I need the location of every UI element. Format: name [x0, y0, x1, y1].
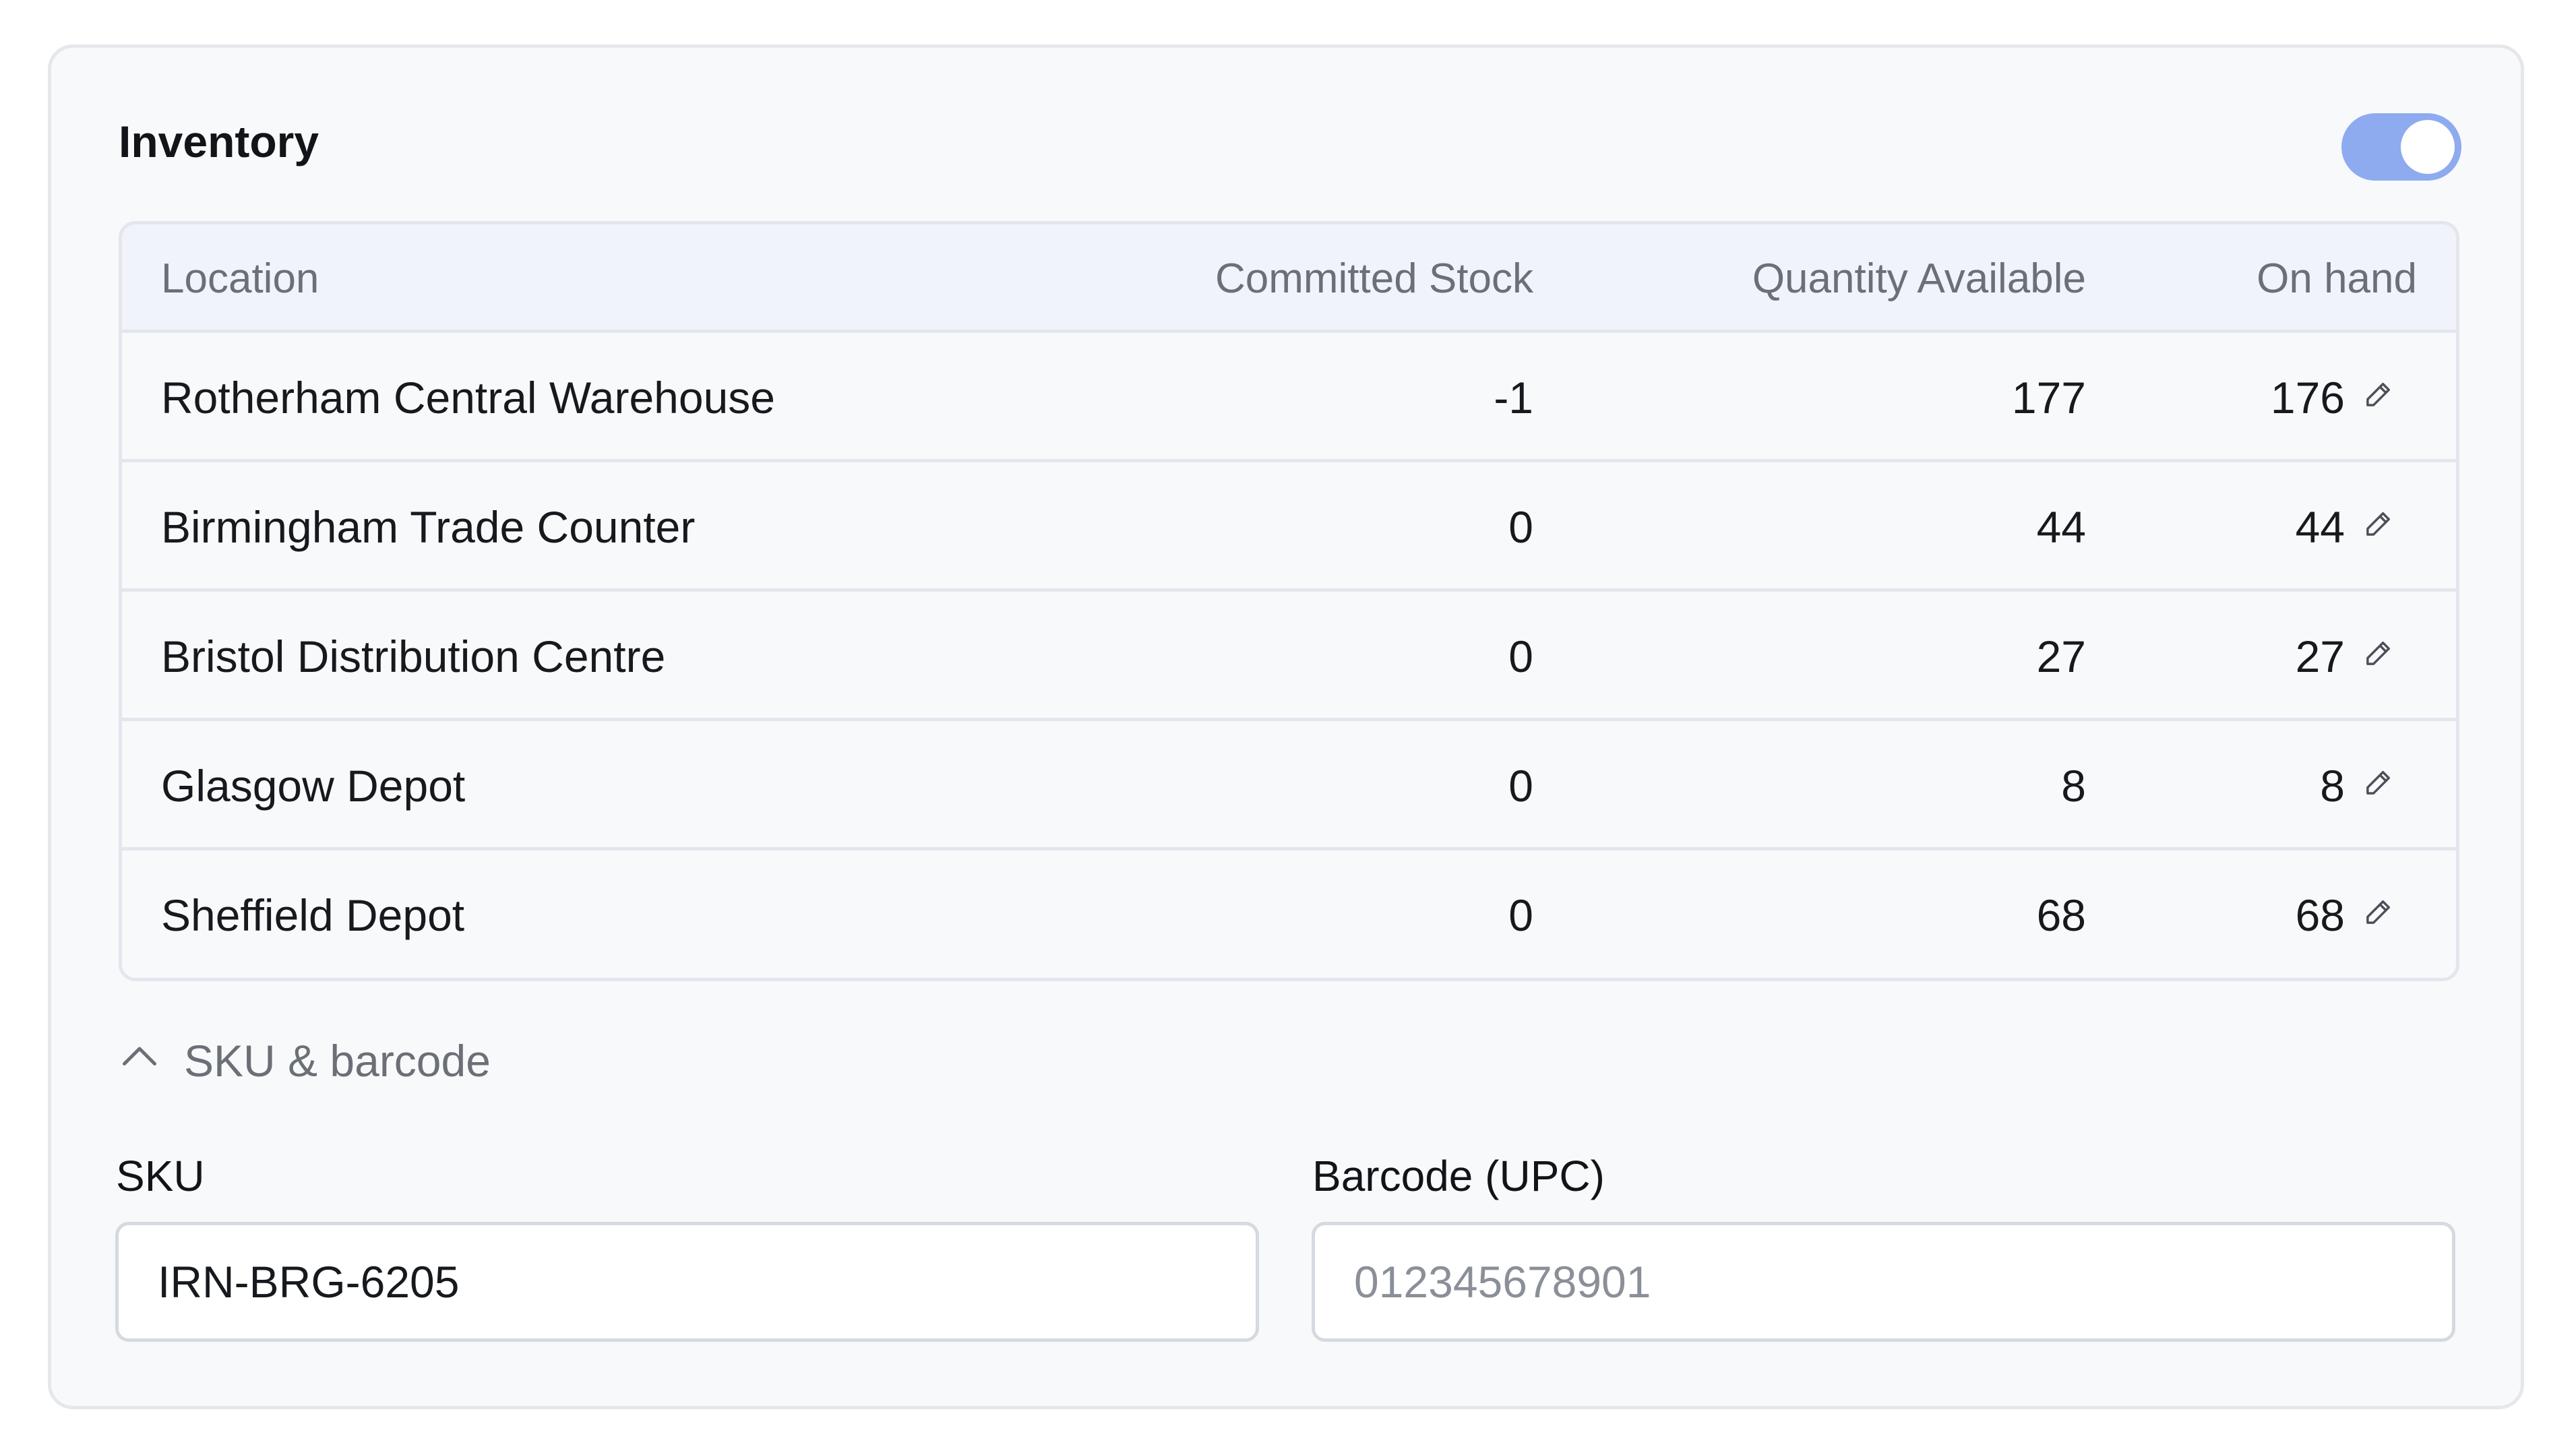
row-quantity-available: 8 — [2061, 761, 2086, 811]
row-committed-stock: 0 — [1508, 761, 1533, 811]
row-location: Sheffield Depot — [161, 890, 465, 940]
table-row: Sheffield Depot 0 68 68 — [122, 851, 2456, 978]
pencil-icon[interactable] — [2360, 895, 2395, 930]
row-location: Rotherham Central Warehouse — [161, 373, 775, 423]
inventory-tracking-toggle[interactable] — [2341, 113, 2461, 181]
row-on-hand: 8 — [2320, 761, 2345, 811]
sku-barcode-label: SKU & barcode — [184, 1036, 491, 1086]
pencil-icon[interactable] — [2360, 377, 2395, 412]
inventory-table: Location Committed Stock Quantity Availa… — [119, 221, 2459, 981]
table-header: Location Committed Stock Quantity Availa… — [122, 224, 2456, 333]
chevron-up-icon — [123, 1047, 156, 1065]
row-committed-stock: 0 — [1508, 502, 1533, 552]
pencil-icon[interactable] — [2360, 766, 2395, 801]
inventory-title: Inventory — [119, 117, 319, 166]
row-quantity-available: 177 — [2011, 373, 2086, 423]
pencil-icon[interactable] — [2360, 507, 2395, 542]
header-on-hand[interactable]: On hand — [2257, 258, 2417, 300]
row-on-hand: 27 — [2295, 631, 2345, 681]
row-location: Glasgow Depot — [161, 761, 466, 811]
header-committed-stock[interactable]: Committed Stock — [1215, 258, 1533, 300]
row-on-hand: 68 — [2295, 890, 2345, 940]
row-on-hand: 44 — [2295, 502, 2345, 552]
header-quantity-available[interactable]: Quantity Available — [1752, 258, 2086, 300]
row-committed-stock: 0 — [1508, 890, 1533, 940]
row-committed-stock: -1 — [1494, 373, 1533, 423]
row-quantity-available: 44 — [2036, 502, 2086, 552]
table-row: Bristol Distribution Centre 0 27 27 — [122, 592, 2456, 721]
sku-input[interactable] — [115, 1222, 1259, 1342]
toggle-knob — [2401, 120, 2455, 174]
row-quantity-available: 27 — [2036, 631, 2086, 681]
header-location[interactable]: Location — [161, 258, 319, 300]
barcode-input[interactable] — [1312, 1222, 2455, 1342]
inventory-card: Inventory Location Committed Stock Quant… — [48, 44, 2524, 1409]
row-location: Bristol Distribution Centre — [161, 631, 666, 681]
row-location: Birmingham Trade Counter — [161, 502, 696, 552]
row-on-hand: 176 — [2270, 373, 2345, 423]
sku-label: SKU — [116, 1152, 205, 1200]
table-row: Rotherham Central Warehouse -1 177 176 — [122, 333, 2456, 462]
row-quantity-available: 68 — [2036, 890, 2086, 940]
pencil-icon[interactable] — [2360, 636, 2395, 671]
barcode-label: Barcode (UPC) — [1312, 1152, 1605, 1200]
table-row: Birmingham Trade Counter 0 44 44 — [122, 462, 2456, 592]
table-row: Glasgow Depot 0 8 8 — [122, 721, 2456, 851]
row-committed-stock: 0 — [1508, 631, 1533, 681]
